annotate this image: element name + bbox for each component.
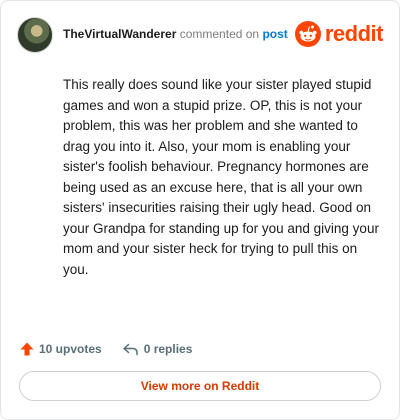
reply-button[interactable]: 0 replies bbox=[122, 341, 193, 357]
reply-arrow-icon bbox=[122, 341, 140, 357]
upvote-count: 10 upvotes bbox=[39, 342, 102, 356]
commented-on-text: commented on bbox=[179, 27, 260, 41]
reply-count: 0 replies bbox=[143, 342, 193, 356]
reddit-snoo-icon bbox=[294, 21, 321, 47]
comment-body: This really does sound like your sister … bbox=[63, 77, 379, 277]
comment-card: TheVirtualWanderer commented on post red… bbox=[0, 0, 400, 420]
view-more-button[interactable]: View more on Reddit bbox=[19, 371, 381, 401]
comment-meta: TheVirtualWanderer commented on post bbox=[63, 26, 288, 42]
post-link[interactable]: post bbox=[262, 27, 287, 41]
username[interactable]: TheVirtualWanderer bbox=[63, 27, 176, 41]
comment-header: TheVirtualWanderer commented on post red… bbox=[17, 17, 384, 53]
comment-actions: 10 upvotes 0 replies bbox=[19, 339, 212, 359]
reddit-logo[interactable]: reddit bbox=[294, 21, 384, 47]
upvote-arrow-icon bbox=[19, 341, 35, 357]
reddit-wordmark: reddit bbox=[324, 21, 384, 46]
user-avatar[interactable] bbox=[17, 17, 53, 53]
upvote-button[interactable]: 10 upvotes bbox=[19, 341, 102, 357]
